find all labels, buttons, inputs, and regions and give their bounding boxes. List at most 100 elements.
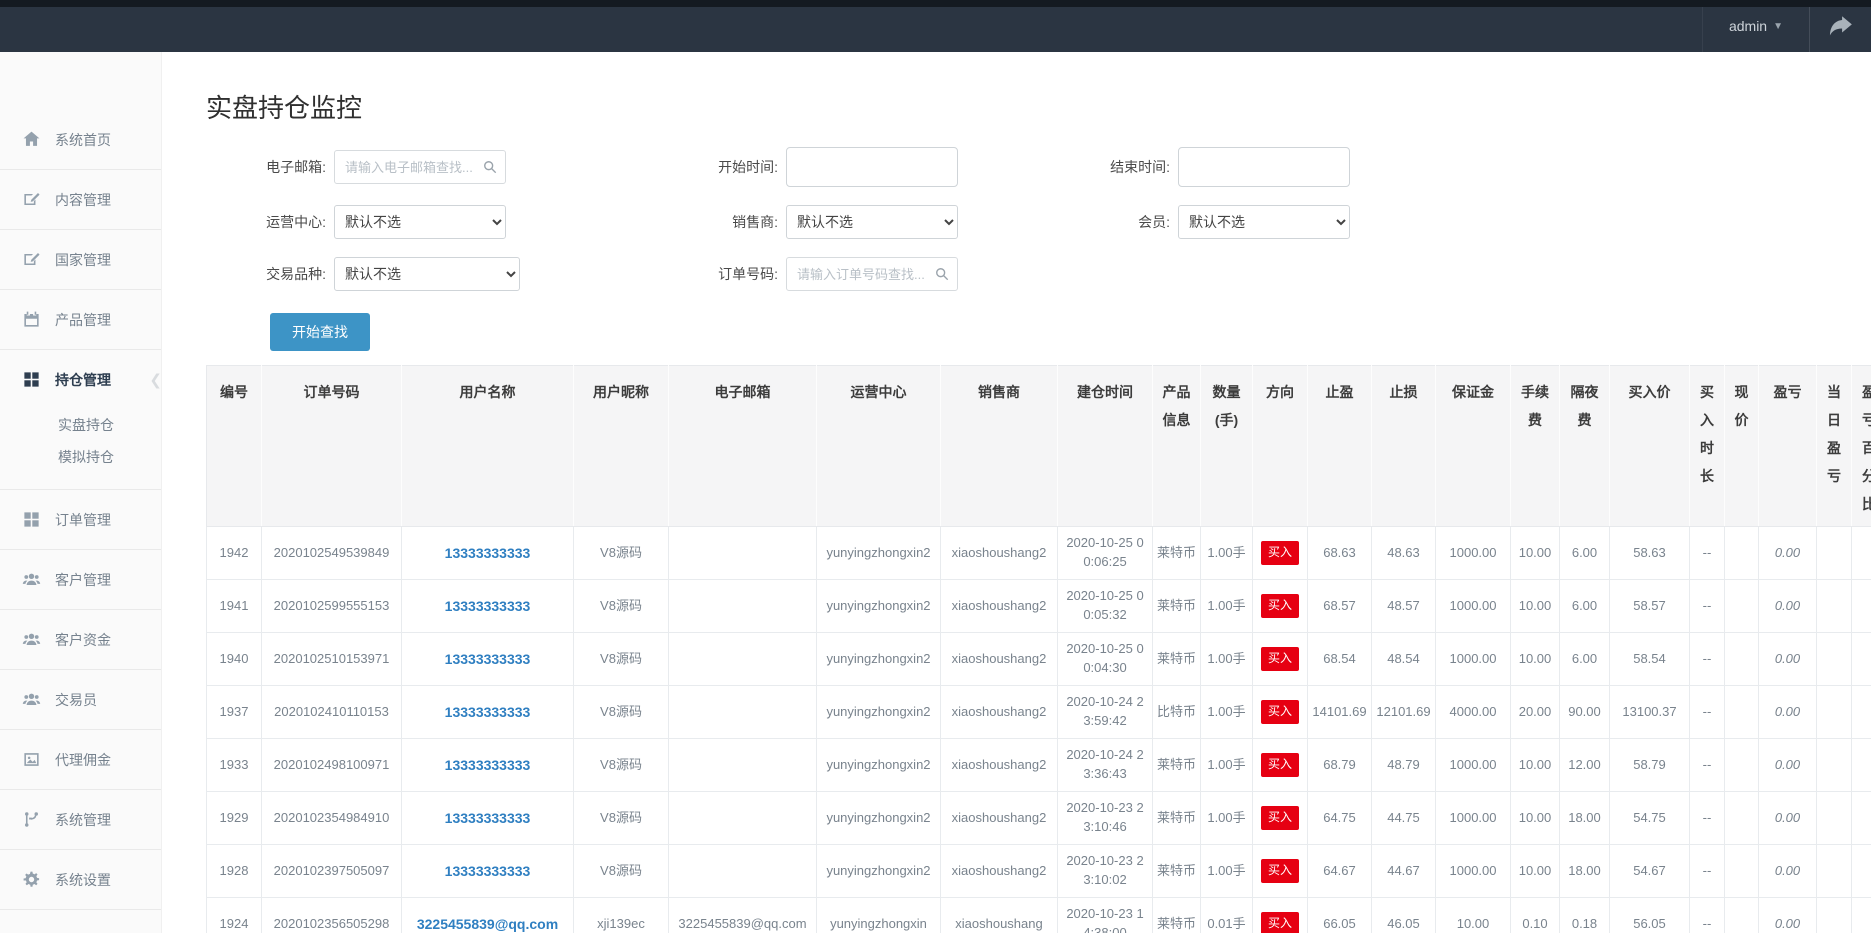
table-cell [669,792,817,845]
sidebar-group: 客户资金 [0,610,161,670]
username-link[interactable]: 13333333333 [445,704,531,720]
sidebar-item-1[interactable]: 内容管理 [0,170,161,229]
username-link[interactable]: 13333333333 [445,863,531,879]
end-time-input[interactable] [1178,147,1350,187]
operation-center-select[interactable]: 默认不选 [334,205,506,239]
table-cell: V8源码 [574,527,669,580]
users-icon [22,690,41,709]
table-cell: xiaoshoushang2 [941,633,1058,686]
table-cell [1817,686,1852,739]
trade-variety-select[interactable]: 默认不选 [334,257,520,291]
sidebar-item-5[interactable]: 订单管理 [0,490,161,549]
direction-badge: 买入 [1261,594,1299,617]
table-cell: 90.00 [1560,686,1610,739]
table-cell: 1.00手 [1201,845,1253,898]
sidebar-item-11[interactable]: 系统设置 [0,850,161,909]
edit-icon [22,190,41,209]
table-cell [1725,739,1759,792]
table-cell: 1.00手 [1201,739,1253,792]
sidebar-item-7[interactable]: 客户资金 [0,610,161,669]
table-cell: 0.00 [1759,580,1817,633]
branch-icon [22,810,41,829]
username-link[interactable]: 3225455839@qq.com [417,916,558,932]
username-link[interactable]: 13333333333 [445,651,531,667]
sidebar-item-10[interactable]: 系统管理 [0,790,161,849]
grid-icon [22,510,41,529]
table-cell: 莱特币 [1153,580,1201,633]
sidebar-item-label: 持仓管理 [55,370,111,390]
table-cell: 2020-10-23 14:38:00 [1058,898,1153,933]
table-cell: 2020-10-25 00:04:30 [1058,633,1153,686]
user-name: admin [1729,18,1767,34]
profit-loss-value: 0.00 [1775,757,1800,772]
sidebar-item-3[interactable]: 产品管理 [0,290,161,349]
table-cell: 6.00 [1560,633,1610,686]
table-cell [1817,792,1852,845]
sidebar-item-label: 客户资金 [55,630,111,650]
table-cell: xiaoshoushang2 [941,792,1058,845]
username-link[interactable]: 13333333333 [445,598,531,614]
profit-loss-value: 0.00 [1775,545,1800,560]
table-row: 1928202010239750509713333333333V8源码yunyi… [207,845,1871,898]
username-link[interactable]: 13333333333 [445,810,531,826]
table-cell: 莱特币 [1153,845,1201,898]
table-row: 1929202010235498491013333333333V8源码yunyi… [207,792,1871,845]
sidebar-item-9[interactable]: 代理佣金 [0,730,161,789]
table-cell: 2020-10-25 00:05:32 [1058,580,1153,633]
order-search-input[interactable] [786,257,958,291]
sidebar-item-6[interactable]: 客户管理 [0,550,161,609]
search-icon [483,160,497,174]
sidebar-item-8[interactable]: 交易员 [0,670,161,729]
table-cell: 10.00 [1511,527,1560,580]
table-cell: yunyingzhongxin2 [817,580,941,633]
end-time-label: 结束时间: [1050,157,1178,177]
logout-button[interactable] [1809,0,1871,52]
member-select[interactable]: 默认不选 [1178,205,1350,239]
username-link[interactable]: 13333333333 [445,757,531,773]
sidebar-item-4[interactable]: 持仓管理 ❮ [0,350,161,409]
table-cell: 莱特币 [1153,739,1201,792]
table-cell [1817,739,1852,792]
table-cell: 10.00 [1511,580,1560,633]
user-menu[interactable]: admin ▼ [1702,0,1809,52]
table-cell: 64.67 [1308,845,1372,898]
logout-arrow-icon [1828,13,1854,39]
email-search-input[interactable] [334,150,506,184]
gear-icon [22,870,41,889]
table-row: 1941202010259955515313333333333V8源码yunyi… [207,580,1871,633]
sidebar-item-0[interactable]: 系统首页 [0,110,161,169]
table-cell: 1.00手 [1201,633,1253,686]
sidebar-subitem-0[interactable]: 实盘持仓 [58,409,161,441]
table-cell: 12101.69 [1372,686,1436,739]
sidebar-item-2[interactable]: 国家管理 [0,230,161,289]
seller-select[interactable]: 默认不选 [786,205,958,239]
sidebar-item-label: 系统首页 [55,130,111,150]
search-button[interactable]: 开始查找 [270,313,370,351]
column-header-1: 订单号码 [262,366,402,527]
table-cell: 18.00 [1560,845,1610,898]
page-title: 实盘持仓监控 [206,88,1861,125]
table-cell: 买入 [1253,527,1308,580]
column-header-2: 用户名称 [402,366,574,527]
table-row: 192420201023565052983225455839@qq.comxji… [207,898,1871,933]
table-cell: 0.00 [1759,527,1817,580]
edit-icon [22,250,41,269]
table-cell: 3225455839@qq.com [402,898,574,933]
table-cell: yunyingzhongxin2 [817,527,941,580]
sidebar-subitem-1[interactable]: 模拟持仓 [58,441,161,473]
column-header-19: 盈亏 [1759,366,1817,527]
table-cell: 48.63 [1372,527,1436,580]
active-item-arrow-icon: ❮ [149,371,162,389]
username-link[interactable]: 13333333333 [445,545,531,561]
table-cell: yunyingzhongxin2 [817,739,941,792]
table-cell: xiaoshoushang2 [941,580,1058,633]
chevron-down-icon: ▼ [1773,21,1783,32]
table-cell: 0.00 [1759,739,1817,792]
table-cell: 2020-10-24 23:59:42 [1058,686,1153,739]
seller-label: 销售商: [658,212,786,232]
sidebar-group: 产品管理 [0,290,161,350]
table-cell: 14101.69 [1308,686,1372,739]
table-cell: 3225455839@qq.com [669,898,817,933]
table-cell: yunyingzhongxin2 [817,845,941,898]
start-time-input[interactable] [786,147,958,187]
